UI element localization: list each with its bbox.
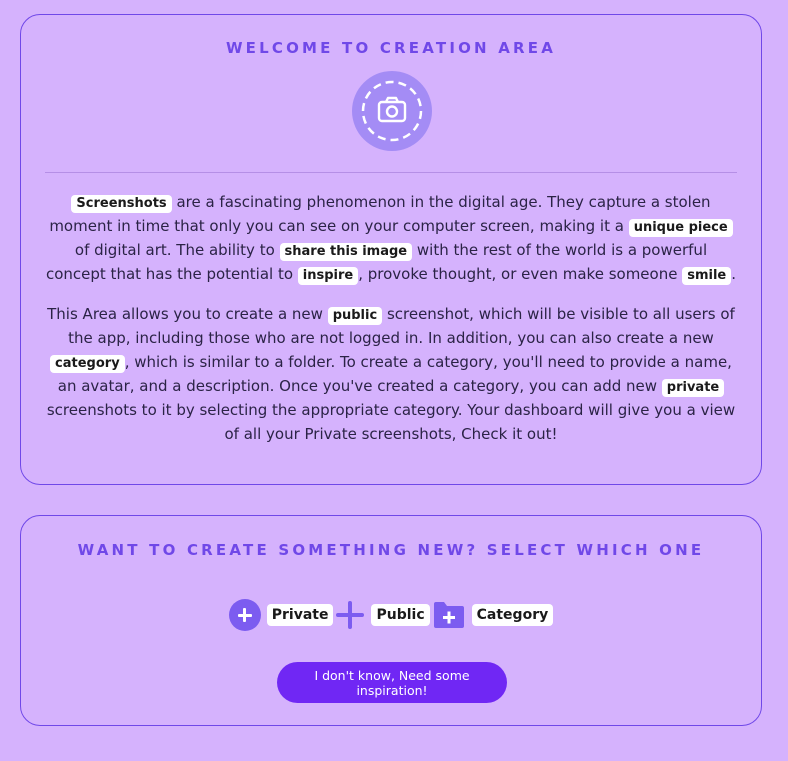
welcome-card: WELCOME TO CREATION AREA Screenshots are…: [20, 14, 762, 485]
chip-inspire: inspire: [297, 267, 359, 285]
category-label[interactable]: Category: [471, 604, 554, 626]
chip-smile: smile: [682, 267, 732, 285]
para2-text-3: , which is similar to a folder. To creat…: [57, 353, 732, 395]
inspiration-button[interactable]: I don't know, Need some inspiration!: [277, 662, 507, 703]
plus-circle-icon[interactable]: [228, 599, 261, 631]
chip-category: category: [50, 355, 125, 373]
para1-text-4: , provoke thought, or even make someone: [358, 265, 683, 283]
public-label[interactable]: Public: [371, 604, 430, 626]
create-category-option[interactable]: Category: [432, 600, 554, 630]
para2-text-4: screenshots to it by selecting the appro…: [46, 401, 736, 443]
welcome-title: WELCOME TO CREATION AREA: [225, 39, 557, 57]
folder-plus-icon[interactable]: [432, 600, 466, 630]
chip-unique-piece: unique piece: [628, 219, 733, 237]
create-title: WANT TO CREATE SOMETHING NEW? SELECT WHI…: [77, 541, 705, 559]
create-card: WANT TO CREATE SOMETHING NEW? SELECT WHI…: [20, 515, 762, 726]
para1-text-2: of digital art. The ability to: [74, 241, 280, 259]
description-paragraph: This Area allows you to create a new pub…: [45, 302, 737, 446]
para2-text-1: This Area allows you to create a new: [47, 305, 328, 323]
private-label[interactable]: Private: [266, 604, 334, 626]
create-private-option[interactable]: Private: [228, 599, 334, 631]
para1-text-5: .: [731, 265, 737, 283]
intro-paragraph: Screenshots are a fascinating phenomenon…: [45, 190, 737, 286]
create-public-option[interactable]: Public: [335, 600, 430, 630]
chip-public: public: [327, 307, 383, 325]
create-options: Private Public Category: [21, 599, 761, 631]
chip-share-this-image: share this image: [279, 243, 413, 261]
chip-screenshots: Screenshots: [71, 195, 172, 213]
camera-icon: [352, 71, 432, 151]
divider: [45, 172, 737, 173]
chip-private: private: [661, 379, 725, 397]
plus-icon[interactable]: [335, 600, 365, 630]
